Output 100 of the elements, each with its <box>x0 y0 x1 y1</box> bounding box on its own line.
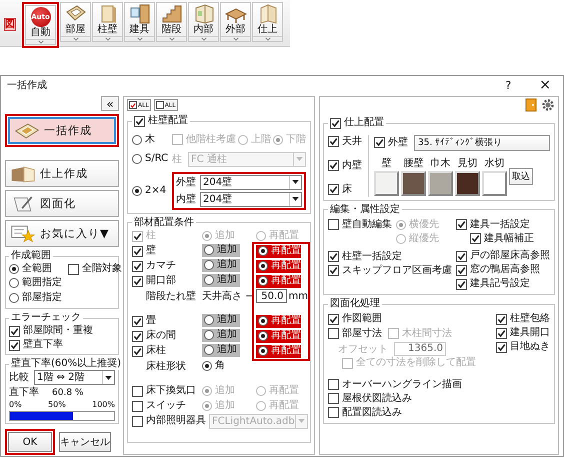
checkbox[interactable]: 窓の鴨居高参照 <box>456 263 550 277</box>
checkbox[interactable]: 内部照明器具 <box>132 414 206 428</box>
checkmark-icon <box>329 314 338 324</box>
material-swatch[interactable] <box>428 170 453 196</box>
radio-button[interactable]: 再配置 <box>256 260 301 272</box>
radio-button[interactable]: 木 <box>132 132 172 146</box>
checkbox[interactable]: 壁 <box>132 244 202 258</box>
radio-button[interactable]: 追加 <box>202 258 240 272</box>
material-swatch[interactable] <box>455 170 480 196</box>
window-title: 一括作成 <box>7 78 48 92</box>
checkmark-icon <box>375 138 384 147</box>
radio-button[interactable]: 全範囲 <box>9 262 62 276</box>
field-label: 柱 <box>172 152 182 166</box>
toolbar-button[interactable]: 部屋 <box>60 2 91 42</box>
checkbox[interactable]: 開口部 <box>132 274 202 288</box>
close-button[interactable]: × <box>533 76 557 94</box>
radio-button[interactable]: 再配置 <box>256 344 301 358</box>
checkbox[interactable]: 床 <box>328 182 362 196</box>
toolbar-button[interactable]: 柱壁 <box>92 2 123 42</box>
dropdown[interactable]: 1階 ⇔ 2階 <box>34 370 115 385</box>
checkbox[interactable]: 外壁 <box>374 136 408 150</box>
mode-button[interactable]: お気に入り▼ <box>5 220 119 247</box>
help-button[interactable]: ? <box>499 78 518 92</box>
checkbox[interactable]: 床下換気口 <box>132 384 202 398</box>
material-swatch[interactable] <box>482 170 507 196</box>
room-layout-icon <box>14 120 40 140</box>
checkbox[interactable]: 戸の部屋床高参照 <box>456 249 550 263</box>
checkbox[interactable]: 建具一括設定 <box>456 218 550 232</box>
checkbox[interactable]: 作図範囲 <box>328 312 452 326</box>
group-title: 作成範囲 <box>10 250 52 262</box>
input-field[interactable]: 1365.0 <box>394 342 446 356</box>
checkbox[interactable]: 建具記号設定 <box>456 277 550 291</box>
settings-icon[interactable] <box>541 98 555 112</box>
radio-button[interactable]: S/RC <box>132 152 172 166</box>
checkbox[interactable]: スキップフロア区画考慮 <box>328 264 452 278</box>
star-list-icon <box>10 224 36 244</box>
radio-button[interactable]: 追加 <box>202 344 240 357</box>
radio-button[interactable]: 再配置 <box>256 330 301 342</box>
chevron-down-icon <box>38 40 44 44</box>
checkbox[interactable]: 床柱 <box>132 344 202 358</box>
group-title: 編集・属性設定 <box>329 204 401 216</box>
dialog-button[interactable]: キャンセル <box>59 432 111 452</box>
field-label: オフセット <box>338 342 388 356</box>
checkbox[interactable]: 床の間 <box>132 329 202 343</box>
input-field[interactable]: 50.0 <box>256 289 287 303</box>
checkbox[interactable]: 柱壁包絡 <box>496 312 550 326</box>
dialog-button[interactable]: OK <box>8 432 52 452</box>
radio-button[interactable]: 再配置 <box>256 244 301 258</box>
mode-button[interactable]: 一括作成 <box>8 117 116 144</box>
checkbox[interactable]: 内壁 <box>328 158 362 172</box>
material-button[interactable]: 35. ｻｲﾃﾞｨﾝｸﾞ横張り <box>414 134 550 150</box>
field-label: 内壁 <box>176 192 196 206</box>
door-icon[interactable] <box>525 98 537 112</box>
radio-button[interactable]: 追加 <box>202 314 240 327</box>
mode-button[interactable]: 仕上作成 <box>5 160 119 187</box>
radio-button[interactable]: 2×4 <box>132 184 172 198</box>
checkbox[interactable]: 壁自動編集 <box>328 218 392 232</box>
checkbox[interactable]: 部屋隙間・重複 <box>9 324 115 338</box>
group-title: 壁直下率(60%以上推奨) <box>10 358 122 370</box>
checkmark-icon <box>329 161 338 170</box>
mode-button[interactable]: 図面化 <box>5 190 119 217</box>
toolbar-button[interactable]: 建具 <box>124 2 155 42</box>
swatch-label: 壁 <box>382 156 392 170</box>
toolbar-button[interactable]: 階段 <box>156 2 187 42</box>
radio-button[interactable]: 追加 <box>202 328 240 342</box>
checkbox[interactable]: 壁直下率 <box>9 338 115 352</box>
checkbox[interactable]: 建具幅補正 <box>470 232 534 246</box>
radio-button[interactable]: 追加 <box>202 274 240 287</box>
material-swatch[interactable] <box>374 170 399 196</box>
drawing-badge-icon[interactable]: 図 <box>4 18 16 31</box>
checkbox[interactable]: スイッチ <box>132 399 202 413</box>
checkbox[interactable]: 配置図読込み <box>328 406 550 420</box>
checkbox[interactable]: 柱壁一括設定 <box>328 250 452 264</box>
checkbox[interactable]: 建具開口 <box>496 326 550 340</box>
radio-button[interactable]: 追加 <box>202 244 240 257</box>
radio-button[interactable]: 角 <box>202 359 225 373</box>
radio-button[interactable]: 範囲指定 <box>9 276 62 290</box>
dropdown[interactable]: 204壁 <box>200 174 302 190</box>
checkbox[interactable]: 屋根伏図読込み <box>328 392 550 406</box>
group-checkbox[interactable]: 柱壁配置 <box>134 114 188 128</box>
checkbox[interactable]: 全階対象 <box>68 262 122 276</box>
swatch-label: 腰壁 <box>404 156 424 170</box>
checkbox[interactable]: 天井 <box>328 134 362 148</box>
checkbox[interactable]: 部屋寸法 <box>328 326 382 340</box>
checkbox[interactable]: 目地ぬき <box>496 340 550 354</box>
group-checkbox[interactable]: 仕上配置 <box>330 116 384 130</box>
checkmark-icon <box>329 137 338 146</box>
import-button[interactable]: 取込 <box>509 168 533 184</box>
checkbox[interactable]: カマチ <box>132 259 202 273</box>
radio-button[interactable]: 再配置 <box>256 314 301 328</box>
dropdown[interactable]: 204壁 <box>200 192 302 206</box>
toolbar-button[interactable]: 外部 <box>220 2 251 42</box>
toolbar-button[interactable]: 仕上 <box>252 2 283 42</box>
radio-button[interactable]: 部屋指定 <box>9 291 62 305</box>
toolbar-button[interactable]: 内部 <box>188 2 219 42</box>
material-swatch[interactable] <box>401 170 426 196</box>
collapse-button[interactable]: « <box>101 96 119 111</box>
checkbox[interactable]: 畳 <box>132 314 202 328</box>
checkbox[interactable]: オーバーハングライン描画 <box>328 378 550 392</box>
radio-button[interactable]: 再配置 <box>256 274 301 288</box>
